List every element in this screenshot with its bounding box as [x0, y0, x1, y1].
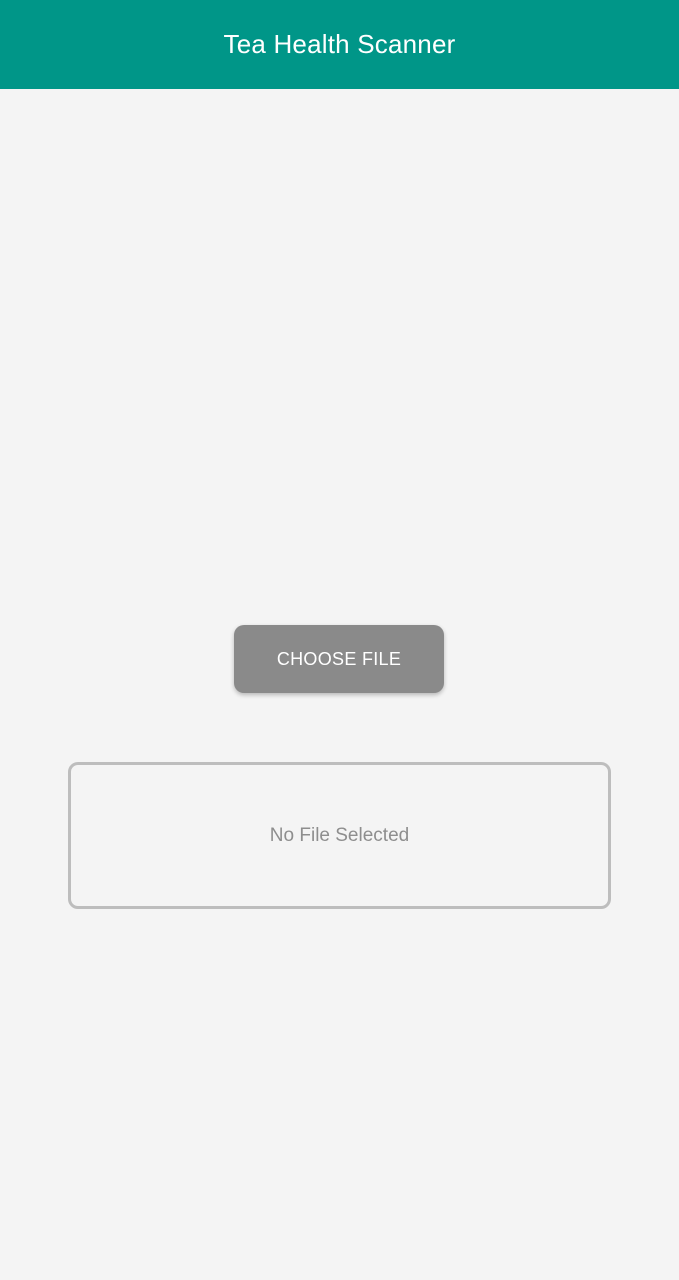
app-bar: Tea Health Scanner [0, 0, 679, 89]
choose-file-button[interactable]: CHOOSE FILE [234, 625, 444, 693]
selected-file-box: No File Selected [68, 762, 611, 909]
file-status-text: No File Selected [269, 824, 410, 846]
main-content: CHOOSE FILE No File Selected [0, 89, 679, 1280]
page-title: Tea Health Scanner [223, 29, 456, 59]
